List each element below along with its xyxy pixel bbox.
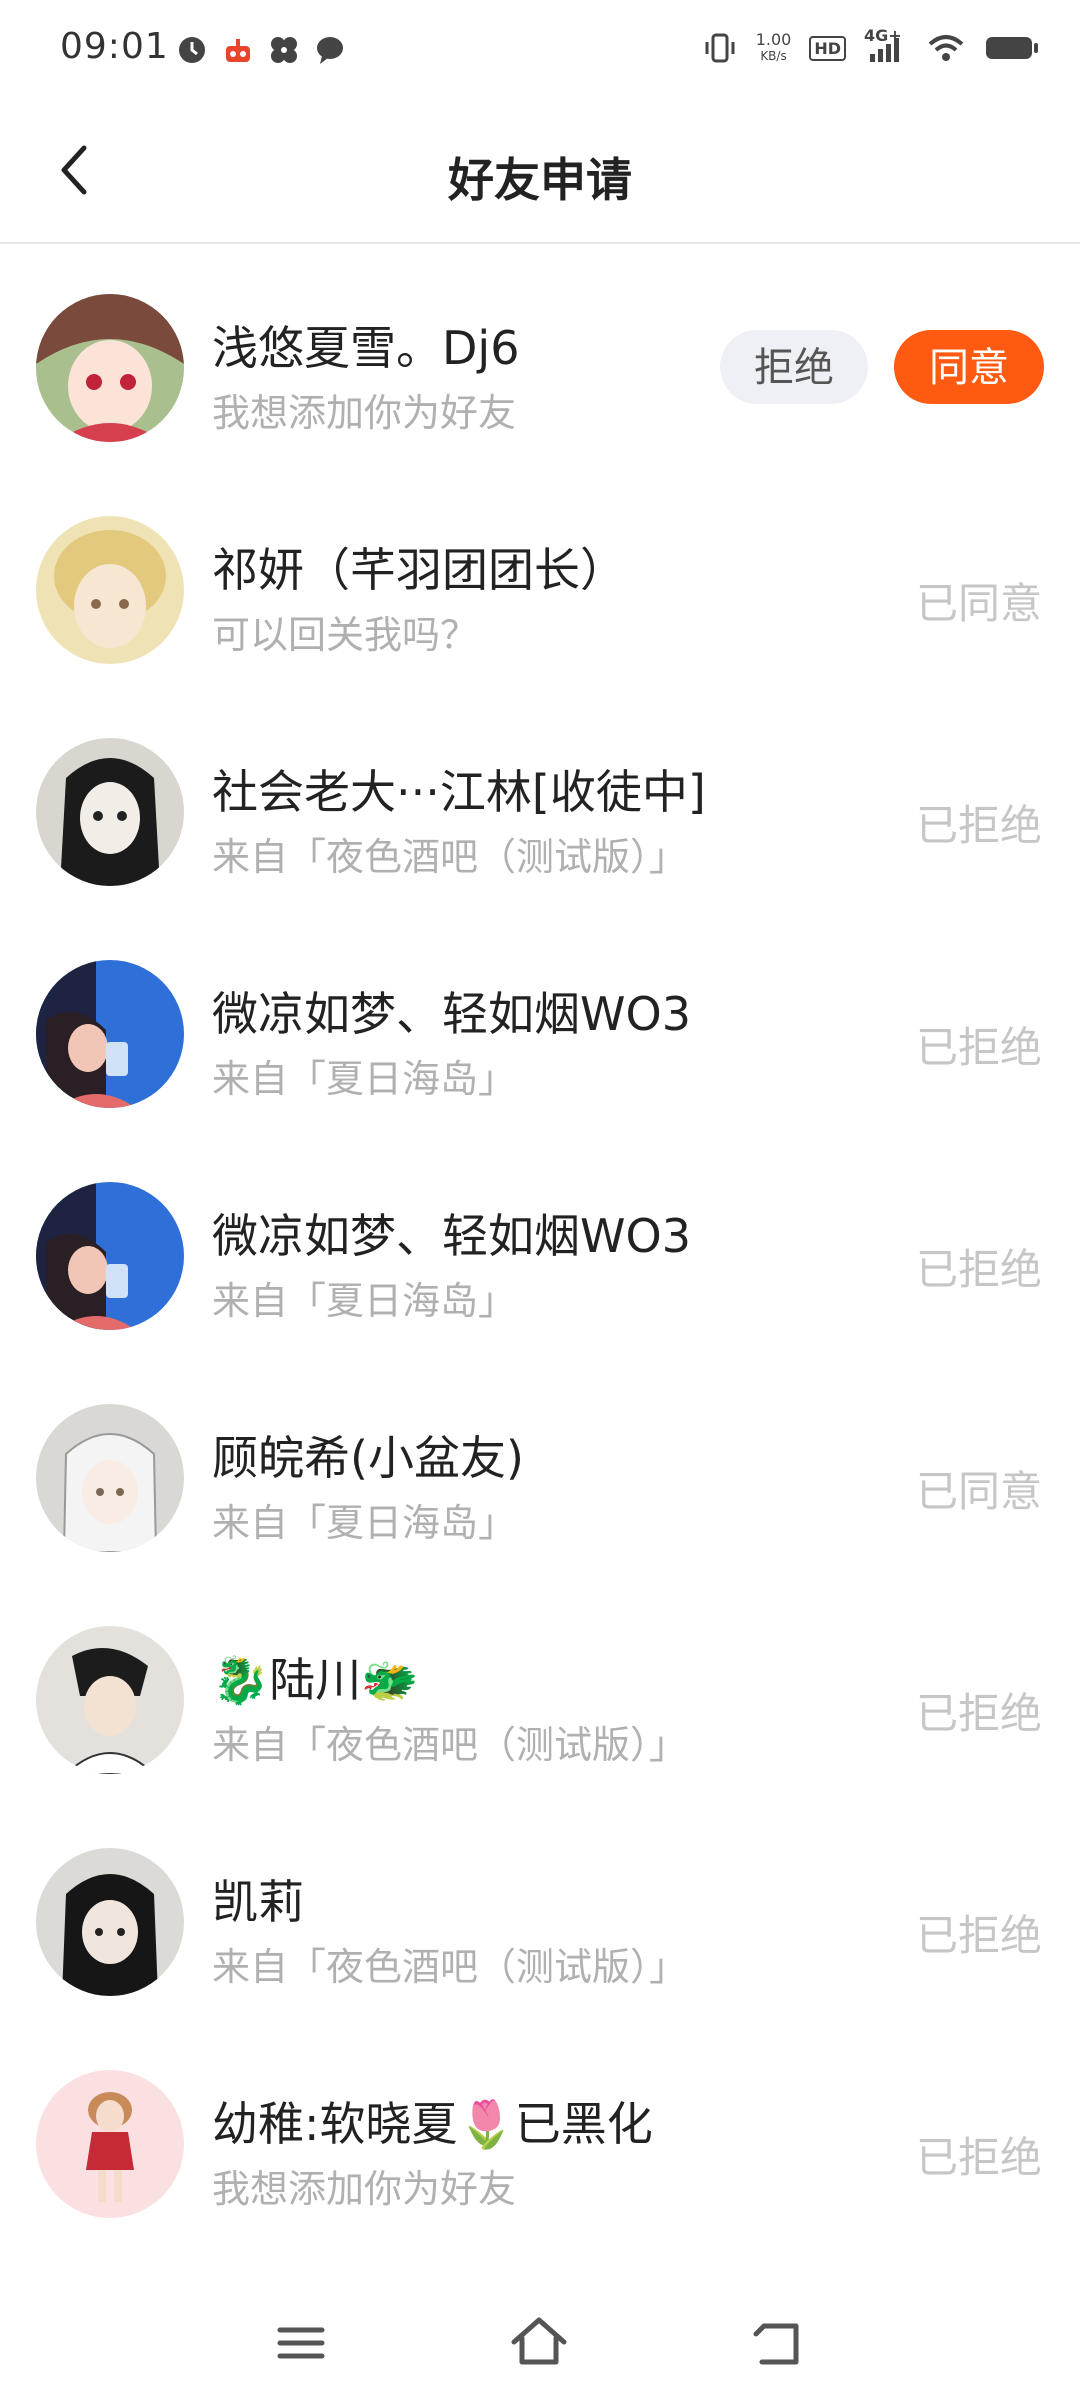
request-message: 来自「夏日海岛」 <box>212 1279 517 1323</box>
request-message: 我想添加你为好友 <box>212 2167 517 2211</box>
reject-button[interactable]: 拒绝 <box>720 330 868 404</box>
request-message: 来自「夜色酒吧（测试版）」 <box>212 835 688 879</box>
avatar[interactable] <box>36 516 184 664</box>
avatar[interactable] <box>36 1626 184 1774</box>
battery-icon <box>986 37 1038 59</box>
request-message: 来自「夜色酒吧（测试版）」 <box>212 1945 688 1989</box>
requester-name: 微凉如梦、轻如烟WO3 <box>212 987 691 1041</box>
request-status: 已拒绝 <box>915 1023 1042 1072</box>
friend-request-row[interactable]: 顾皖希(小盆友) 来自「夏日海岛」 已同意 <box>0 1354 1080 1576</box>
system-nav-bar <box>0 2290 1080 2408</box>
request-message: 我想添加你为好友 <box>212 391 517 435</box>
status-bar: 09:01 1.00 KB/s HD 4G+ <box>0 0 1080 100</box>
friend-request-row[interactable]: 浅悠夏雪。Dj6 我想添加你为好友 拒绝 同意 <box>0 244 1080 466</box>
friend-request-row[interactable]: 微凉如梦、轻如烟WO3 来自「夏日海岛」 已拒绝 <box>0 1132 1080 1354</box>
request-message: 来自「夜色酒吧（测试版）」 <box>212 1723 688 1767</box>
avatar[interactable] <box>36 294 184 442</box>
friend-request-row[interactable]: 微凉如梦、轻如烟WO3 来自「夏日海岛」 已拒绝 <box>0 910 1080 1132</box>
status-time: 09:01 <box>60 26 169 67</box>
home-icon[interactable] <box>504 2308 574 2378</box>
wifi-icon <box>928 35 964 61</box>
avatar[interactable] <box>36 1404 184 1552</box>
network-speed: 1.00 KB/s <box>755 30 792 64</box>
page-title: 好友申请 <box>448 153 632 207</box>
menu-icon[interactable] <box>266 2308 336 2378</box>
request-status: 已拒绝 <box>915 2133 1042 2182</box>
requester-name: 祁妍（芊羽团团长） <box>212 543 626 597</box>
requester-name: 顾皖希(小盆友) <box>212 1431 524 1485</box>
request-status: 已同意 <box>915 579 1042 628</box>
request-message: 来自「夏日海岛」 <box>212 1057 517 1101</box>
requester-name: 幼稚:软晓夏🌷已黑化 <box>212 2097 653 2151</box>
avatar[interactable] <box>36 2070 184 2218</box>
header-bar: 好友申请 <box>0 100 1080 244</box>
avatar[interactable] <box>36 1848 184 1996</box>
avatar[interactable] <box>36 960 184 1108</box>
request-status: 已拒绝 <box>915 801 1042 850</box>
friend-request-row[interactable]: 🐉陆川🐲 来自「夜色酒吧（测试版）」 已拒绝 <box>0 1576 1080 1798</box>
status-right: 1.00 KB/s HD 4G+ <box>702 26 1040 66</box>
vibrate-icon <box>705 33 735 63</box>
request-message: 可以回关我吗？ <box>212 613 479 657</box>
request-status: 已同意 <box>915 1467 1042 1516</box>
chat-bubble-icon <box>317 37 343 64</box>
clock-icon <box>179 37 205 63</box>
avatar[interactable] <box>36 738 184 886</box>
friend-request-row[interactable]: 幼稚:软晓夏🌷已黑化 我想添加你为好友 已拒绝 <box>0 2020 1080 2242</box>
robot-icon <box>226 39 250 62</box>
friend-request-row[interactable]: 祁妍（芊羽团团长） 可以回关我吗？ 已同意 <box>0 466 1080 688</box>
back-icon[interactable] <box>744 2308 814 2378</box>
accept-button[interactable]: 同意 <box>894 330 1044 404</box>
signal-icon: 4G+ <box>864 26 908 66</box>
requester-name: 浅悠夏雪。Dj6 <box>212 321 520 375</box>
request-message: 来自「夏日海岛」 <box>212 1501 517 1545</box>
notification-icons <box>176 34 346 66</box>
request-status: 已拒绝 <box>915 1911 1042 1960</box>
request-status: 已拒绝 <box>915 1689 1042 1738</box>
avatar[interactable] <box>36 1182 184 1330</box>
friend-request-list: 浅悠夏雪。Dj6 我想添加你为好友 拒绝 同意 祁妍（芊羽团团长） 可以回关我吗… <box>0 244 1080 2242</box>
friend-request-row[interactable]: 社会老大···江林[收徒中] 来自「夜色酒吧（测试版）」 已拒绝 <box>0 688 1080 910</box>
requester-name: 社会老大···江林[收徒中] <box>212 765 706 819</box>
friend-request-row[interactable]: 凯莉 来自「夜色酒吧（测试版）」 已拒绝 <box>0 1798 1080 2020</box>
pinwheel-icon <box>271 37 297 63</box>
request-status: 已拒绝 <box>915 1245 1042 1294</box>
requester-name: 微凉如梦、轻如烟WO3 <box>212 1209 691 1263</box>
hd-badge: HD <box>809 35 846 61</box>
requester-name: 凯莉 <box>212 1875 304 1929</box>
requester-name: 🐉陆川🐲 <box>212 1653 419 1707</box>
